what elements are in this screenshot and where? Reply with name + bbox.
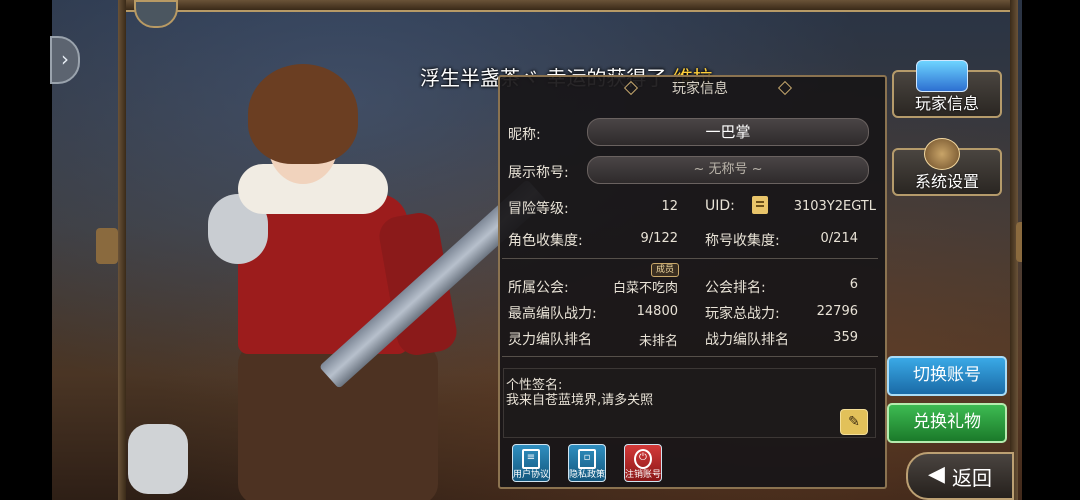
edit-signature-button[interactable]: ✎ (840, 409, 868, 435)
back-label: 返回 (952, 466, 992, 490)
system-settings-button[interactable]: 系统设置 (892, 138, 1002, 196)
guild-role-badge: 成员 (651, 263, 679, 277)
copy-uid-icon[interactable] (752, 196, 768, 214)
switch-account-button[interactable]: 切换账号 (887, 356, 1007, 396)
display-title-label: 展示称号: (508, 165, 569, 181)
title-collection-value: 0/214 (820, 231, 858, 246)
section-divider (502, 258, 878, 259)
character-artwork (118, 44, 548, 500)
side-ornament-left (96, 228, 118, 264)
player-info-button[interactable]: 玩家信息 (892, 60, 1002, 118)
panel-title: 玩家信息 (672, 81, 728, 97)
privacy-policy-button[interactable]: ▫ 隐私政策 (568, 444, 606, 482)
user-agreement-label: 用户协议 (513, 470, 550, 480)
back-arrow-icon: ◀ (928, 462, 945, 487)
guild-rank-value: 6 (849, 277, 858, 292)
right-letterbox (1022, 0, 1080, 500)
best-team-power-label: 最高编队战力: (508, 306, 597, 322)
privacy-policy-label: 隐私政策 (569, 470, 606, 480)
back-button[interactable]: ◀ 返回 (906, 452, 1014, 500)
power-rank-value: 359 (833, 330, 858, 345)
user-agreement-button[interactable]: ≡ 用户协议 (512, 444, 550, 482)
spirit-rank-label: 灵力编队排名 (508, 332, 592, 348)
character-boot (128, 424, 188, 494)
player-info-label: 玩家信息 (914, 94, 979, 113)
guild-label: 所属公会: (508, 280, 569, 296)
signature-text: 我来自苍蓝境界,请多关照 (506, 393, 654, 408)
level-value: 12 (661, 199, 678, 214)
system-settings-label: 系统设置 (914, 172, 979, 191)
uid-label: UID: (705, 198, 735, 214)
character-collection-value: 9/122 (640, 231, 678, 246)
guild-rank-label: 公会排名: (705, 280, 766, 296)
total-power-value: 22796 (816, 304, 858, 319)
pencil-icon: ✎ (848, 414, 860, 430)
gear-icon (924, 138, 960, 170)
power-icon: ⏻ (634, 449, 652, 469)
cancel-account-button[interactable]: ⏻ 注销账号 (624, 444, 662, 482)
game-screen: › 浮生半盏茶ヾ 幸运的获得了 维拉 玩家信息 昵称: 一巴掌 展示称号: ~ … (0, 0, 1080, 500)
uid-value: 3103Y2EGTL (793, 199, 876, 214)
frame-top (118, 0, 1018, 12)
total-power-label: 玩家总战力: (705, 306, 780, 322)
left-letterbox (0, 0, 52, 500)
lock-icon: ▫ (578, 449, 596, 469)
cancel-account-label: 注销账号 (625, 470, 662, 480)
character-collection-label: 角色收集度: (508, 233, 583, 249)
display-title-selector[interactable]: ~ 无称号 ~ (587, 156, 869, 184)
redeem-gift-button[interactable]: 兑换礼物 (887, 403, 1007, 443)
nickname-field: 一巴掌 (587, 118, 869, 146)
section-divider (502, 356, 878, 357)
best-team-power-value: 14800 (636, 304, 678, 319)
power-rank-label: 战力编队排名 (705, 332, 789, 348)
document-icon: ≡ (522, 449, 540, 469)
level-label: 冒险等级: (508, 201, 569, 217)
spirit-rank-value: 未排名 (638, 334, 678, 349)
title-collection-label: 称号收集度: (705, 233, 780, 249)
guild-name: 白菜不吃肉 (612, 281, 678, 296)
character-hair (248, 64, 358, 164)
player-card-icon (916, 60, 968, 92)
nickname-label: 昵称: (508, 127, 541, 143)
